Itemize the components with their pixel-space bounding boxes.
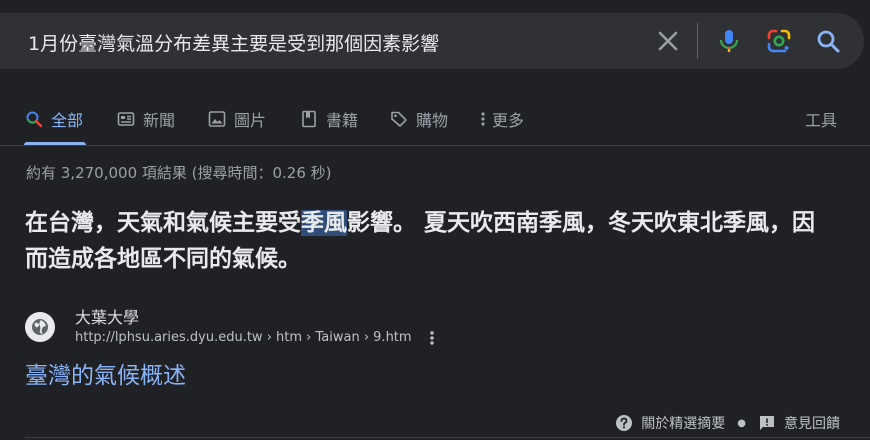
more-options-icon[interactable] (428, 329, 436, 351)
help-icon (616, 415, 633, 431)
globe-icon (25, 312, 55, 342)
book-icon (302, 110, 316, 128)
tab-label: 全部 (51, 111, 84, 130)
about-snippets-link[interactable]: 關於精選摘要 (641, 413, 725, 433)
tab-images[interactable]: 圖片 (208, 104, 266, 134)
footer-separator: ● (737, 417, 746, 429)
search-input[interactable]: 1月份臺灣氣溫分布差異主要是受到那個因素影響 (28, 29, 439, 56)
more-vert-icon (481, 112, 485, 126)
result-title-link[interactable]: 臺灣的氣候概述 (25, 356, 186, 390)
result-divider (25, 437, 870, 438)
result-source[interactable]: 大葉大學 http://lphsu.aries.dyu.edu.tw › htm… (25, 300, 445, 352)
clear-icon[interactable] (654, 27, 682, 55)
tab-news[interactable]: 新聞 (117, 104, 175, 134)
tab-more[interactable]: 更多 (479, 104, 524, 134)
search-icon[interactable] (814, 27, 842, 55)
search-bar-divider (697, 23, 698, 59)
search-icon (26, 111, 43, 128)
snippet-footer: 關於精選摘要 ● 意見回饋 (615, 412, 840, 434)
search-bar[interactable]: 1月份臺灣氣溫分布差異主要是受到那個因素影響 (0, 13, 864, 69)
news-icon (117, 112, 135, 126)
tab-label: 更多 (492, 111, 525, 130)
featured-snippet: 在台灣，天氣和氣候主要受季風影響。 夏天吹西南季風，冬天吹東北季風，因而造成各地… (25, 205, 825, 277)
snippet-highlight: 季風 (301, 210, 347, 236)
google-lens-icon[interactable] (765, 27, 793, 55)
image-icon (208, 111, 226, 127)
tab-label: 圖片 (234, 111, 267, 130)
tab-books[interactable]: 書籍 (300, 104, 358, 134)
tab-label: 書籍 (326, 111, 359, 130)
tab-all[interactable]: 全部 (25, 104, 83, 134)
tag-icon (391, 111, 407, 127)
tab-label: 新聞 (143, 111, 176, 130)
tabs-divider (0, 145, 870, 146)
feedback-link[interactable]: 意見回饋 (784, 413, 840, 433)
tab-label: 購物 (416, 111, 449, 130)
site-url: http://lphsu.aries.dyu.edu.tw › htm › Ta… (75, 330, 412, 345)
tab-shopping[interactable]: 購物 (390, 104, 448, 134)
tools-button[interactable]: 工具 (805, 104, 837, 134)
result-stats: 約有 3,270,000 項結果 (搜尋時間：0.26 秒) (26, 164, 332, 182)
microphone-icon[interactable] (715, 27, 743, 55)
site-name: 大葉大學 (75, 308, 140, 327)
feedback-icon (760, 416, 774, 430)
search-tabs: 全部 新聞 圖片 書籍 購物 更多 工具 (0, 104, 870, 134)
snippet-text: 在台灣，天氣和氣候主要受 (25, 210, 301, 236)
